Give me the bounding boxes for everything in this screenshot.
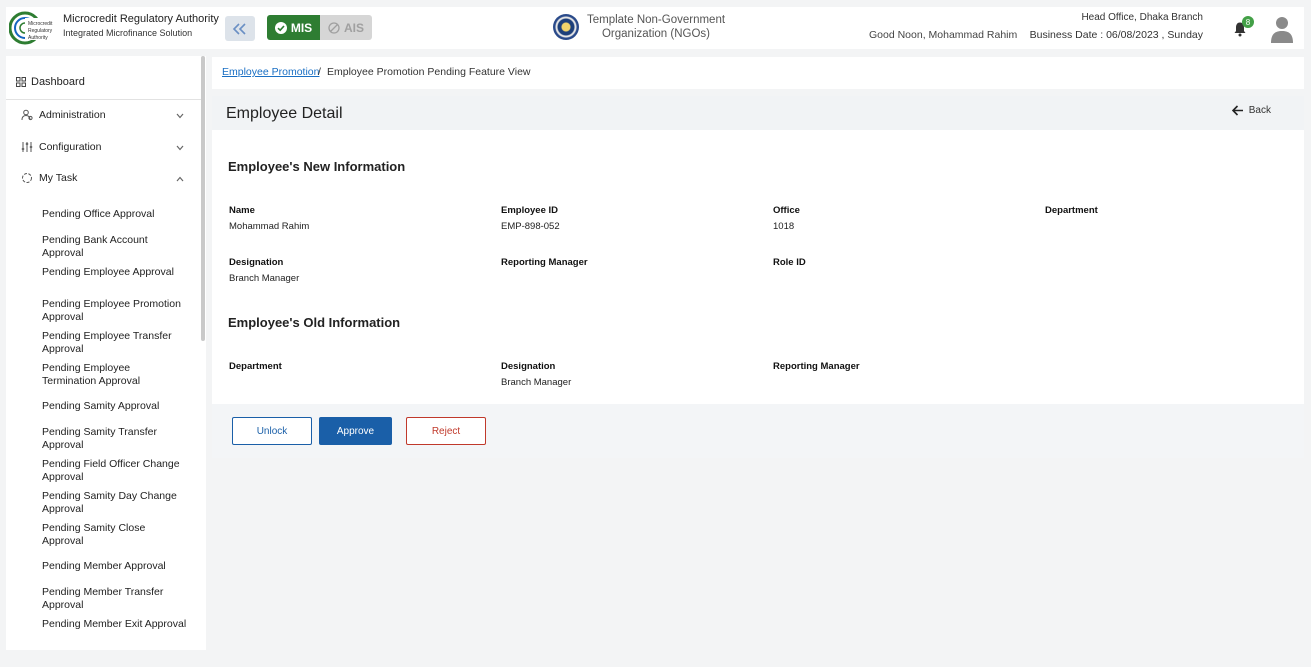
sidebar-item-pending-employee[interactable]: Pending Employee Approval [42,266,187,279]
field-value-employee-id: EMP-898-052 [501,221,560,232]
sidebar-item-pending-samity-day-change[interactable]: Pending Samity Day Change Approval [42,490,187,516]
field-label-office: Office [773,205,800,216]
user-avatar-icon[interactable] [1270,15,1294,43]
sidebar-item-pending-samity[interactable]: Pending Samity Approval [42,400,187,413]
mis-label: MIS [290,20,313,35]
ngo-seal-icon [553,14,579,40]
sidebar-item-dashboard[interactable]: Dashboard [16,76,85,88]
mis-ais-toggle: MIS AIS [267,15,372,40]
sidebar-group-administration[interactable]: Administration [21,109,106,121]
sidebar: Dashboard Administration Configuration M… [6,56,206,650]
field-value-office: 1018 [773,221,795,232]
field-label-designation: Designation [229,257,284,268]
check-circle-icon [274,21,287,34]
admin-icon [21,109,33,121]
sidebar-item-pending-samity-transfer[interactable]: Pending Samity Transfer Approval [42,426,187,452]
new-info-heading: Employee's New Information [228,159,406,174]
old-field-label-department: Department [229,361,282,372]
svg-text:Microcredit: Microcredit [28,21,53,27]
field-label-department: Department [1045,205,1098,216]
sidebar-item-pending-bank-account[interactable]: Pending Bank Account Approval [42,234,187,260]
old-field-label-designation: Designation [501,361,556,372]
config-icon [21,142,33,152]
employee-detail-card: Employee's New Information Name Mohammad… [212,130,1304,404]
back-label: Back [1248,105,1271,116]
sidebar-item-pending-employee-termination[interactable]: Pending Employee Termination Approval [42,362,187,388]
arrow-left-icon [1231,105,1243,116]
sidebar-group-label: Administration [39,109,106,121]
field-label-role-id: Role ID [773,257,806,268]
mra-logo: Microcredit Regulatory Authority [9,11,57,45]
sidebar-item-pending-samity-close[interactable]: Pending Samity Close Approval [42,522,187,548]
old-field-label-reporting-manager: Reporting Manager [773,361,860,372]
sidebar-scrollbar[interactable] [201,56,205,341]
block-icon [328,21,340,34]
sidebar-item-pending-member[interactable]: Pending Member Approval [42,560,187,573]
svg-text:Regulatory: Regulatory [28,28,53,34]
sidebar-item-pending-member-transfer[interactable]: Pending Member Transfer Approval [42,586,187,612]
field-value-name: Mohammad Rahim [229,221,310,232]
org-title: Microcredit Regulatory Authority [63,13,219,25]
chevron-up-icon [176,176,184,182]
field-value-designation: Branch Manager [229,273,300,284]
sidebar-group-configuration[interactable]: Configuration [21,141,101,153]
mis-mode-button[interactable]: MIS [267,15,320,40]
breadcrumb: Employee Promotion / Employee Promotion … [212,57,1304,89]
sidebar-divider [6,99,201,100]
sidebar-group-my-task[interactable]: My Task [21,172,77,184]
top-header: Microcredit Regulatory Authority Microcr… [6,7,1304,49]
page-title-bar: Employee Detail Back [212,96,1304,130]
branch-name: Head Office, Dhaka Branch [1081,12,1203,23]
org-subtitle: Integrated Microfinance Solution [63,28,193,38]
old-field-value-designation: Branch Manager [501,377,572,388]
back-button[interactable]: Back [1231,105,1271,116]
grid-icon [16,77,26,87]
breadcrumb-link-employee-promotion[interactable]: Employee Promotion [222,66,319,78]
user-greeting: Good Noon, Mohammad Rahim [869,29,1018,41]
task-icon [22,173,32,183]
collapse-sidebar-button[interactable] [225,16,255,41]
notification-count-badge: 8 [1242,16,1254,28]
breadcrumb-current: Employee Promotion Pending Feature View [327,66,531,78]
breadcrumb-separator: / [318,66,321,78]
sidebar-item-pending-member-exit[interactable]: Pending Member Exit Approval [42,618,187,631]
sidebar-item-pending-employee-promotion[interactable]: Pending Employee Promotion Approval [42,298,187,324]
double-chevron-left-icon [232,22,246,35]
reject-button[interactable]: Reject [406,417,486,445]
chevron-down-icon [176,113,184,119]
page-title: Employee Detail [226,105,343,122]
sidebar-item-pending-field-officer-change[interactable]: Pending Field Officer Change Approval [42,458,187,484]
ais-label: AIS [343,20,364,35]
field-label-reporting-manager: Reporting Manager [501,257,588,268]
old-info-heading: Employee's Old Information [228,315,401,330]
field-label-name: Name [229,205,255,216]
unlock-button[interactable]: Unlock [232,417,312,445]
sidebar-group-label: My Task [39,172,78,184]
sidebar-item-pending-employee-transfer[interactable]: Pending Employee Transfer Approval [42,330,187,356]
field-label-employee-id: Employee ID [501,205,559,216]
chevron-down-icon [176,145,184,151]
svg-text:Authority: Authority [28,35,48,41]
ais-mode-button[interactable]: AIS [320,15,372,40]
sidebar-group-label: Configuration [39,141,102,153]
sidebar-item-pending-office[interactable]: Pending Office Approval [42,208,187,221]
ngo-name: Template Non-Government Organization (NG… [586,14,726,40]
action-bar: Unlock Approve Reject [212,404,1304,458]
sidebar-item-label: Dashboard [31,76,85,88]
approve-button[interactable]: Approve [319,417,392,445]
business-date: Business Date : 06/08/2023 , Sunday [1029,29,1203,41]
